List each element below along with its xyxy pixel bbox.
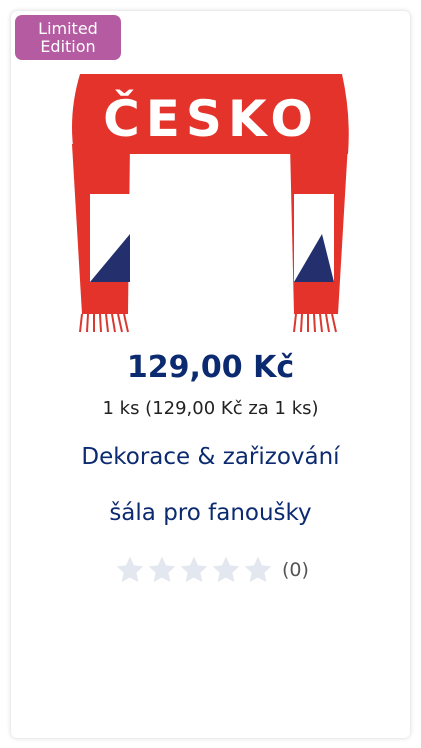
star-icon [148, 556, 176, 583]
star-icon [212, 556, 240, 583]
badge-line-1: Limited [38, 18, 98, 38]
product-image-scarf[interactable]: ČESKO [68, 74, 353, 336]
badge-line-2: Edition [40, 36, 96, 56]
rating-stars[interactable]: (0) [114, 553, 309, 587]
product-name-link[interactable]: šála pro fanoušky [0, 500, 421, 526]
left-flag-icon [90, 194, 130, 282]
unit-price: 1 ks (129,00 Kč za 1 ks) [102, 398, 319, 419]
product-category-link[interactable]: Dekorace & zařizování [0, 444, 421, 470]
limited-edition-badge: Limited Edition [15, 15, 121, 60]
star-icon [116, 556, 144, 583]
rating-count: (0) [282, 559, 309, 581]
star-icon [244, 556, 272, 583]
scarf-text: ČESKO [103, 89, 319, 148]
right-flag-icon [294, 194, 334, 282]
star-icon [180, 556, 208, 583]
product-price: 129,00 Kč [126, 350, 295, 385]
